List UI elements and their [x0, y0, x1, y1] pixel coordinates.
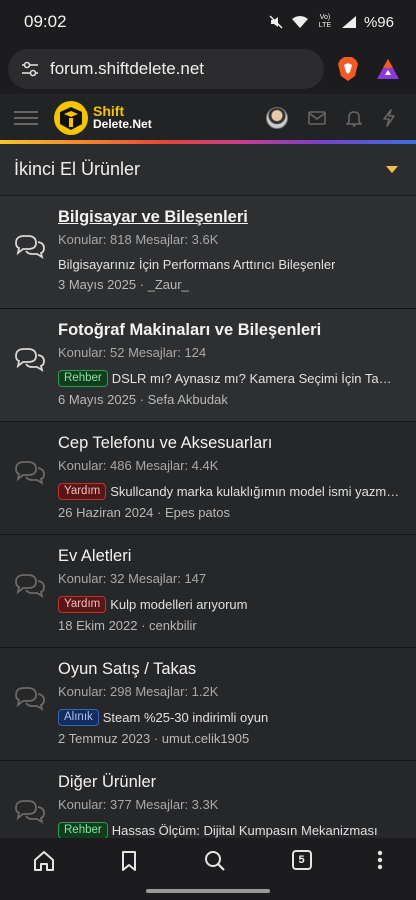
- menu-icon[interactable]: [14, 109, 38, 127]
- latest-thread[interactable]: Bilgisayarınız İçin Performans Arttırıcı…: [58, 257, 335, 272]
- home-icon[interactable]: [33, 850, 55, 872]
- mute-icon: [268, 14, 284, 30]
- thread-prefix-badge: Yardım: [58, 596, 107, 613]
- forum-stats: Konular: 486 Mesajlar: 4.4K: [58, 458, 219, 473]
- forum-node-cep-telefonu: Cep Telefonu ve Aksesuarları Konular: 48…: [0, 422, 416, 535]
- avatar[interactable]: [266, 107, 288, 129]
- forum-node-fotograf: Fotoğraf Makinaları ve Bileşenleri Konul…: [0, 309, 416, 422]
- site-logo[interactable]: Shift Delete.Net: [52, 100, 152, 136]
- latest-thread[interactable]: Kulp modelleri arıyorum: [110, 597, 247, 612]
- forum-title[interactable]: Bilgisayar ve Bileşenleri: [58, 208, 402, 227]
- forum-node-diger-urunler: Diğer Ürünler Konular: 377 Mesajlar: 3.3…: [0, 761, 416, 838]
- forum-read-icon: [15, 574, 45, 598]
- latest-meta[interactable]: 6 Mayıs 2025 · Sefa Akbudak: [58, 392, 402, 407]
- brave-shield-icon[interactable]: [336, 56, 360, 82]
- site-header: Shift Delete.Net: [0, 94, 416, 142]
- signal-icon: [341, 15, 357, 29]
- thread-prefix-badge: Rehber: [58, 822, 108, 838]
- forum-node-bilgisayar: Bilgisayar ve Bileşenleri Konular: 818 M…: [0, 196, 416, 309]
- site-settings-icon[interactable]: [20, 60, 40, 78]
- thread-prefix-badge: Alınık: [58, 709, 99, 726]
- forum-title[interactable]: Cep Telefonu ve Aksesuarları: [58, 434, 402, 453]
- collapse-toggle-icon[interactable]: [386, 166, 398, 173]
- forum-unread-icon: [15, 348, 45, 372]
- search-icon[interactable]: [204, 850, 226, 872]
- latest-thread[interactable]: Hassas Ölçüm: Dijital Kumpasın Mekanizma…: [112, 823, 378, 838]
- forum-title[interactable]: Oyun Satış / Takas: [58, 660, 402, 679]
- status-bar: 09:02 Vo) LTE %96: [0, 0, 416, 44]
- latest-meta[interactable]: 26 Haziran 2024 · Epes patos: [58, 505, 402, 520]
- browser-toolbar: forum.shiftdelete.net: [0, 44, 416, 94]
- forum-stats: Konular: 298 Mesajlar: 1.2K: [58, 684, 219, 699]
- url-text[interactable]: forum.shiftdelete.net: [50, 59, 312, 79]
- forum-list: Bilgisayar ve Bileşenleri Konular: 818 M…: [0, 196, 416, 838]
- bell-icon[interactable]: [346, 109, 362, 127]
- thread-prefix-badge: Rehber: [58, 370, 108, 387]
- forum-stats: Konular: 32 Mesajlar: 147: [58, 571, 207, 586]
- forum-stats: Konular: 377 Mesajlar: 3.3K: [58, 797, 219, 812]
- latest-thread[interactable]: Skullcandy marka kulaklığımın model ismi…: [110, 484, 402, 499]
- forum-read-icon: [15, 800, 45, 824]
- forum-stats: Konular: 818 Mesajlar: 3.6K: [58, 232, 219, 247]
- thread-prefix-badge: Yardım: [58, 483, 107, 500]
- logo-line2: Delete.Net: [93, 117, 152, 131]
- forum-read-icon: [15, 687, 45, 711]
- latest-meta[interactable]: 3 Mayıs 2025 · _Zaur_: [58, 277, 402, 292]
- mail-icon[interactable]: [308, 111, 326, 125]
- shiftdelete-logo-icon: [54, 101, 88, 135]
- latest-thread[interactable]: DSLR mı? Aynasız mı? Kamera Seçimi İçin …: [112, 371, 402, 386]
- battery-percent: %96: [363, 13, 394, 31]
- volte-label: Vo) LTE: [318, 14, 332, 29]
- latest-thread[interactable]: Steam %25-30 indirimli oyun: [103, 710, 268, 725]
- address-bar[interactable]: forum.shiftdelete.net: [8, 49, 324, 89]
- category-header[interactable]: İkinci El Ürünler: [0, 144, 416, 196]
- bookmark-icon[interactable]: [120, 850, 138, 872]
- lightning-icon[interactable]: [382, 109, 396, 127]
- brave-rewards-icon[interactable]: [376, 58, 400, 80]
- forum-node-ev-aletleri: Ev Aletleri Konular: 32 Mesajlar: 147 Ya…: [0, 535, 416, 648]
- forum-title[interactable]: Fotoğraf Makinaları ve Bileşenleri: [58, 321, 402, 340]
- forum-unread-icon: [15, 235, 45, 259]
- latest-meta[interactable]: 2 Temmuz 2023 · umut.celik1905: [58, 731, 402, 746]
- more-icon[interactable]: [377, 850, 383, 870]
- forum-title[interactable]: Diğer Ürünler: [58, 773, 402, 792]
- category-title: İkinci El Ürünler: [14, 159, 141, 179]
- home-indicator[interactable]: [146, 889, 270, 893]
- wifi-icon: [291, 15, 309, 29]
- tabs-icon[interactable]: 5: [291, 850, 312, 870]
- forum-stats: Konular: 52 Mesajlar: 124: [58, 345, 207, 360]
- clock: 09:02: [24, 12, 67, 31]
- latest-meta[interactable]: 18 Ekim 2022 · cenkbilir: [58, 618, 402, 633]
- forum-node-oyun-satis: Oyun Satış / Takas Konular: 298 Mesajlar…: [0, 648, 416, 761]
- forum-title[interactable]: Ev Aletleri: [58, 547, 402, 566]
- forum-read-icon: [15, 461, 45, 485]
- status-icons: Vo) LTE %96: [268, 14, 394, 31]
